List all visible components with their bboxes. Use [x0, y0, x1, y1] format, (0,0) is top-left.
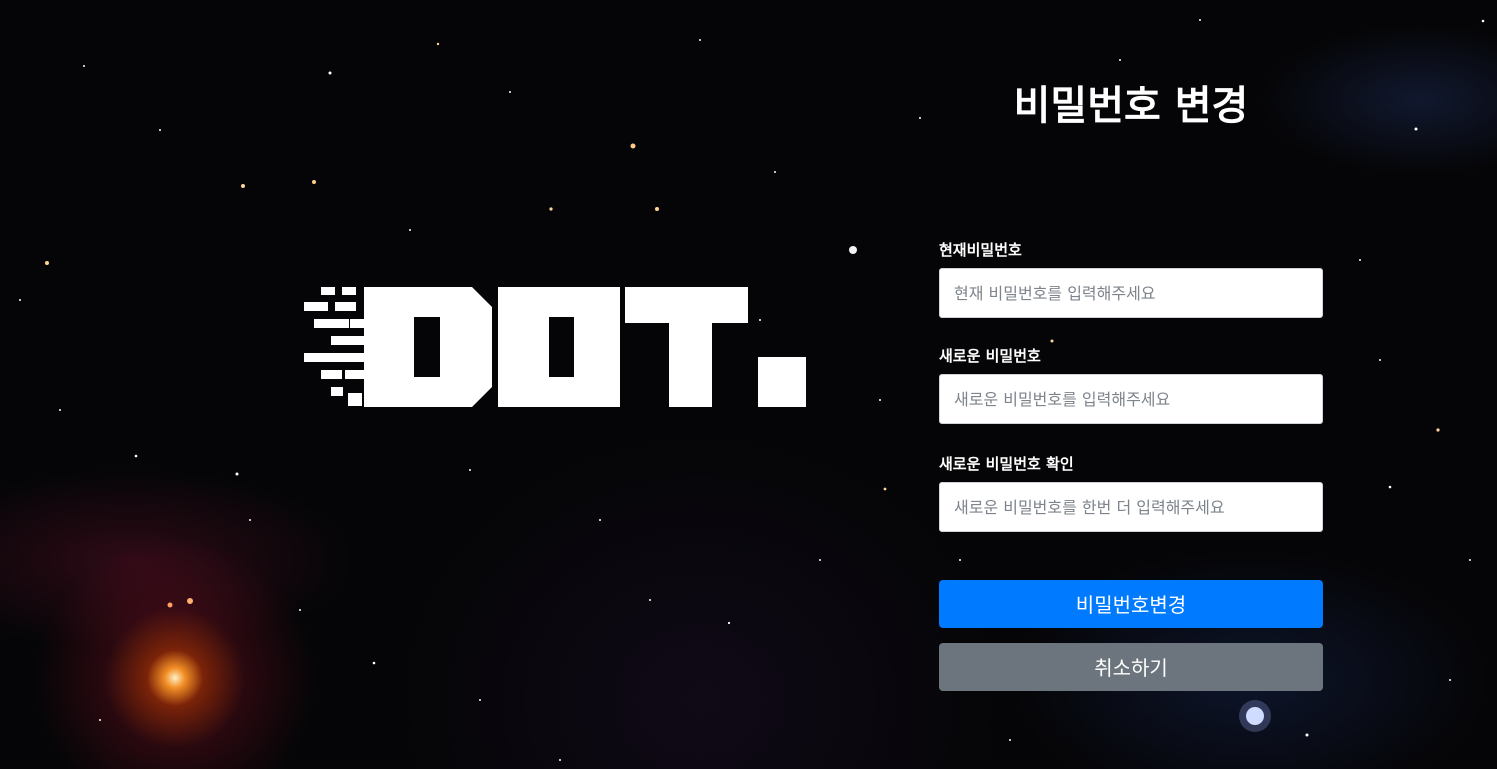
confirm-password-group: 새로운 비밀번호 확인: [939, 454, 1323, 532]
new-password-group: 새로운 비밀번호: [939, 346, 1323, 424]
page-title: 비밀번호 변경: [1013, 83, 1249, 129]
new-password-input[interactable]: [939, 374, 1323, 424]
confirm-password-label: 새로운 비밀번호 확인: [939, 455, 1074, 473]
confirm-password-input[interactable]: [939, 482, 1323, 532]
dot-logo: [304, 287, 806, 407]
change-password-button[interactable]: 비밀번호변경: [939, 580, 1323, 628]
current-password-input[interactable]: [939, 268, 1323, 318]
cancel-button[interactable]: 취소하기: [939, 643, 1323, 691]
new-password-label: 새로운 비밀번호: [939, 347, 1041, 365]
password-change-panel: 비밀번호 변경 현재비밀번호 새로운 비밀번호 새로운 비밀번호 확인 비밀번호…: [939, 78, 1323, 691]
current-password-group: 현재비밀번호: [939, 240, 1323, 318]
current-password-label: 현재비밀번호: [939, 241, 1022, 259]
